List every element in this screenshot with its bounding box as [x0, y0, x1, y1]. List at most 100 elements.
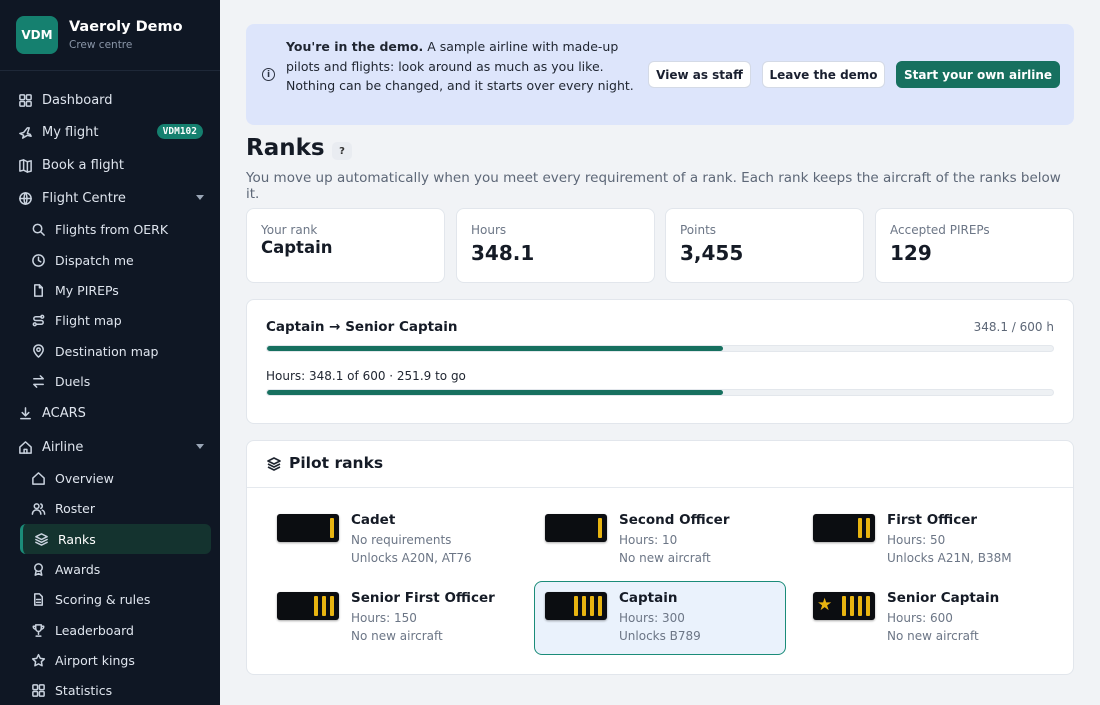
- stat-value: 3,455: [680, 241, 744, 265]
- layers-icon: [266, 456, 282, 476]
- page-subtitle: You move up automatically when you meet …: [246, 170, 1061, 202]
- overall-progress-bar: [266, 345, 1054, 352]
- brand-name: Vaeroly Demo: [69, 19, 183, 35]
- start-airline-button[interactable]: Start your own airline: [896, 61, 1060, 88]
- epaulette-insignia-icon: [813, 514, 875, 542]
- epaulette-insignia-icon: [545, 514, 607, 542]
- pin-icon: [30, 343, 46, 359]
- sidebar-item-leaderboard[interactable]: Leaderboard: [0, 615, 220, 645]
- document-icon: [30, 282, 46, 298]
- rank-detail: Unlocks A21N, B38M: [887, 551, 1012, 565]
- grid-icon: [30, 682, 46, 698]
- map-icon: [17, 157, 33, 173]
- stat-card-pireps: Accepted PIREPs 129: [875, 208, 1074, 283]
- sidebar-item-airline[interactable]: Airline: [0, 432, 220, 462]
- rank-stripe: [330, 518, 334, 538]
- brand-header[interactable]: VDM Vaeroly Demo Crew centre: [0, 0, 220, 71]
- rank-stripe: [598, 518, 602, 538]
- stat-card-hours: Hours 348.1: [456, 208, 655, 283]
- sidebar-item-my-pireps[interactable]: My PIREPs: [0, 275, 220, 305]
- rank-name: Senior First Officer: [351, 590, 495, 606]
- search-icon: [30, 221, 46, 237]
- view-as-staff-button[interactable]: View as staff: [648, 61, 751, 88]
- rank-stripe: [858, 518, 862, 538]
- sidebar-item-ranks[interactable]: Ranks: [20, 524, 211, 554]
- sidebar-item-label: Flight map: [55, 312, 122, 328]
- stat-value: 129: [890, 241, 932, 265]
- card-title: Pilot ranks: [289, 454, 384, 472]
- chevron-down-icon: [196, 195, 204, 200]
- rank-detail: Hours: 300: [619, 611, 685, 625]
- sidebar-item-label: Statistics: [55, 682, 113, 698]
- card-header: Pilot ranks: [247, 441, 1073, 488]
- sidebar-item-my-flight[interactable]: My flight VDM102: [0, 117, 220, 147]
- rank-name: Captain: [619, 590, 678, 606]
- sidebar-item-dashboard[interactable]: Dashboard: [0, 85, 220, 115]
- sidebar-item-flight-centre[interactable]: Flight Centre: [0, 183, 220, 213]
- chevron-down-icon: [196, 444, 204, 449]
- route-icon: [30, 312, 46, 328]
- help-button[interactable]: ?: [332, 142, 352, 160]
- sidebar-item-airport-kings[interactable]: Airport kings: [0, 645, 220, 675]
- sidebar-item-label: Flights from OERK: [55, 221, 169, 237]
- sidebar-item-book-flight[interactable]: Book a flight: [0, 150, 220, 180]
- leave-demo-button[interactable]: Leave the demo: [762, 61, 885, 88]
- banner-message: You're in the demo. A sample airline wit…: [286, 37, 636, 96]
- rank-detail: Hours: 150: [351, 611, 417, 625]
- stat-value: 348.1: [471, 241, 535, 265]
- stat-card-rank: Your rank Captain: [246, 208, 445, 283]
- rank-tile: ★ Senior Captain Hours: 600 No new aircraft: [803, 582, 1055, 656]
- progress-fill: [267, 390, 723, 395]
- rank-stripe: [322, 596, 326, 616]
- rank-detail: Unlocks A20N, AT76: [351, 551, 472, 565]
- rank-stripe: [574, 596, 578, 616]
- page-title: Ranks: [246, 135, 325, 161]
- rank-detail: No requirements: [351, 533, 452, 547]
- sidebar-item-roster[interactable]: Roster: [0, 493, 220, 523]
- sidebar-item-label: Book a flight: [42, 157, 124, 173]
- rank-tile: Senior First Officer Hours: 150 No new air…: [267, 582, 519, 656]
- epaulette-insignia-icon: ★: [813, 592, 875, 620]
- sidebar-item-label: My PIREPs: [55, 282, 119, 298]
- clock-icon: [30, 252, 46, 268]
- sidebar-item-flight-map[interactable]: Flight map: [0, 305, 220, 335]
- sidebar-item-scoring[interactable]: Scoring & rules: [0, 584, 220, 614]
- rank-detail: Hours: 50: [887, 533, 946, 547]
- sidebar-item-destination-map[interactable]: Destination map: [0, 336, 220, 366]
- rank-stripe: [850, 596, 854, 616]
- sidebar-item-acars[interactable]: ACARS: [0, 398, 220, 428]
- rank-stripe: [582, 596, 586, 616]
- sidebar-item-label: Ranks: [58, 531, 96, 547]
- sidebar-item-label: Duels: [55, 373, 91, 389]
- sidebar-item-statistics[interactable]: Statistics: [0, 675, 220, 705]
- brand-subtitle: Crew centre: [69, 39, 133, 51]
- rank-stripe: [330, 596, 334, 616]
- grid-icon: [17, 92, 33, 108]
- sidebar-item-label: ACARS: [42, 405, 86, 421]
- sidebar-item-overview[interactable]: Overview: [0, 463, 220, 493]
- rank-tile: Captain Hours: 300 Unlocks B789: [534, 581, 786, 655]
- trophy-icon: [30, 622, 46, 638]
- stat-card-points: Points 3,455: [665, 208, 864, 283]
- rank-detail: No new aircraft: [351, 629, 443, 643]
- users-icon: [30, 500, 46, 516]
- banner-bold: You're in the demo.: [286, 39, 424, 54]
- rank-detail: Hours: 10: [619, 533, 678, 547]
- layers-icon: [33, 531, 49, 547]
- info-icon: i: [262, 68, 275, 81]
- sidebar: VDM Vaeroly Demo Crew centre Dashboard M…: [0, 0, 220, 705]
- sidebar-item-flights-from[interactable]: Flights from OERK: [0, 214, 220, 244]
- house-icon: [30, 470, 46, 486]
- sidebar-item-dispatch[interactable]: Dispatch me: [0, 245, 220, 275]
- progress-fill: [267, 346, 723, 351]
- sidebar-item-duels[interactable]: Duels: [0, 366, 220, 396]
- sidebar-item-label: My flight: [42, 124, 99, 140]
- rank-name: Cadet: [351, 512, 396, 528]
- demo-banner: i You're in the demo. A sample airline w…: [246, 24, 1074, 125]
- hours-requirement: Hours: 348.1 of 600 · 251.9 to go: [266, 369, 466, 383]
- stat-label: Hours: [471, 223, 507, 237]
- sidebar-item-label: Leaderboard: [55, 622, 134, 638]
- globe-icon: [17, 190, 33, 206]
- rank-detail: No new aircraft: [619, 551, 711, 565]
- sidebar-item-awards[interactable]: Awards: [0, 554, 220, 584]
